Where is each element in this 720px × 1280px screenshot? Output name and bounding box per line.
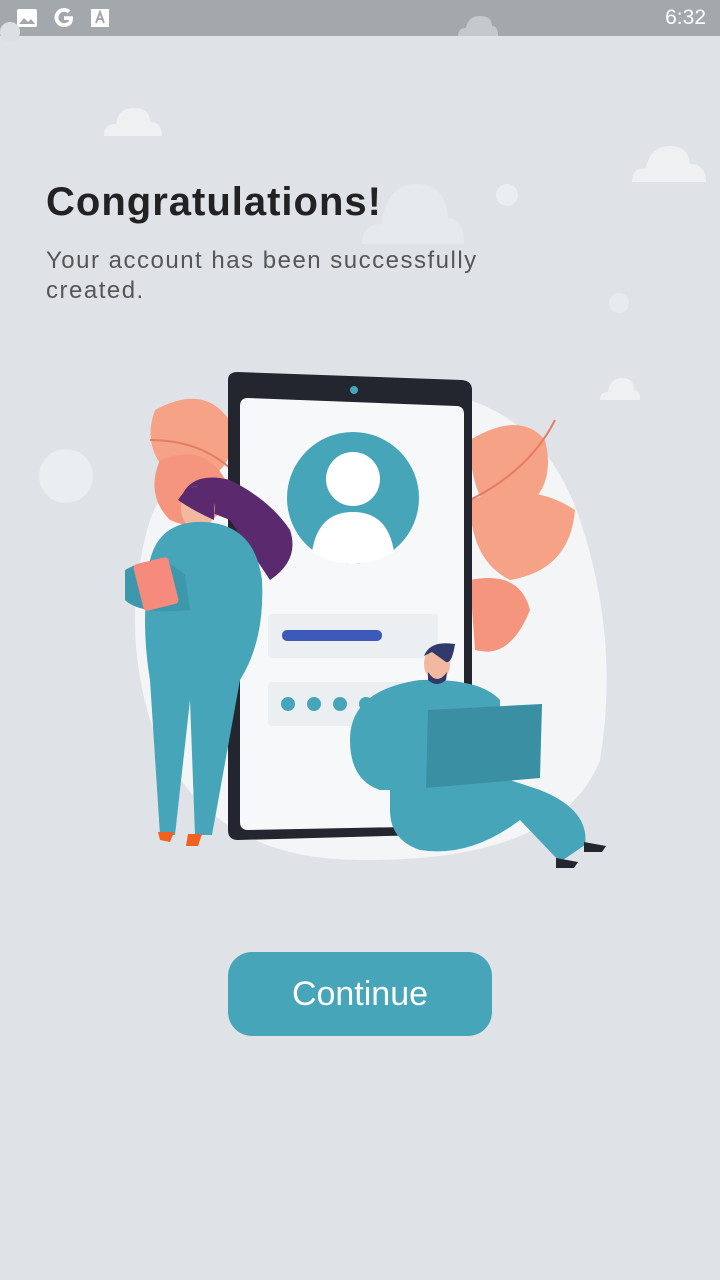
google-icon [54,8,73,27]
account-created-illustration [125,372,607,868]
cloud-decoration [104,108,162,136]
status-bar: 6:32 [0,0,720,36]
bubble-decoration [0,22,20,42]
status-time: 6:32 [665,6,706,29]
cloud-decoration [458,16,498,36]
page-title: Congratulations! [46,180,382,224]
font-a-icon [91,9,109,27]
status-icons [16,6,110,30]
bubble-decoration [496,184,518,206]
page-subtitle: Your account has been successfully creat… [46,247,478,304]
continue-button[interactable]: Continue [228,952,492,1036]
bubble-decoration [609,293,629,313]
cloud-decoration [632,146,706,182]
